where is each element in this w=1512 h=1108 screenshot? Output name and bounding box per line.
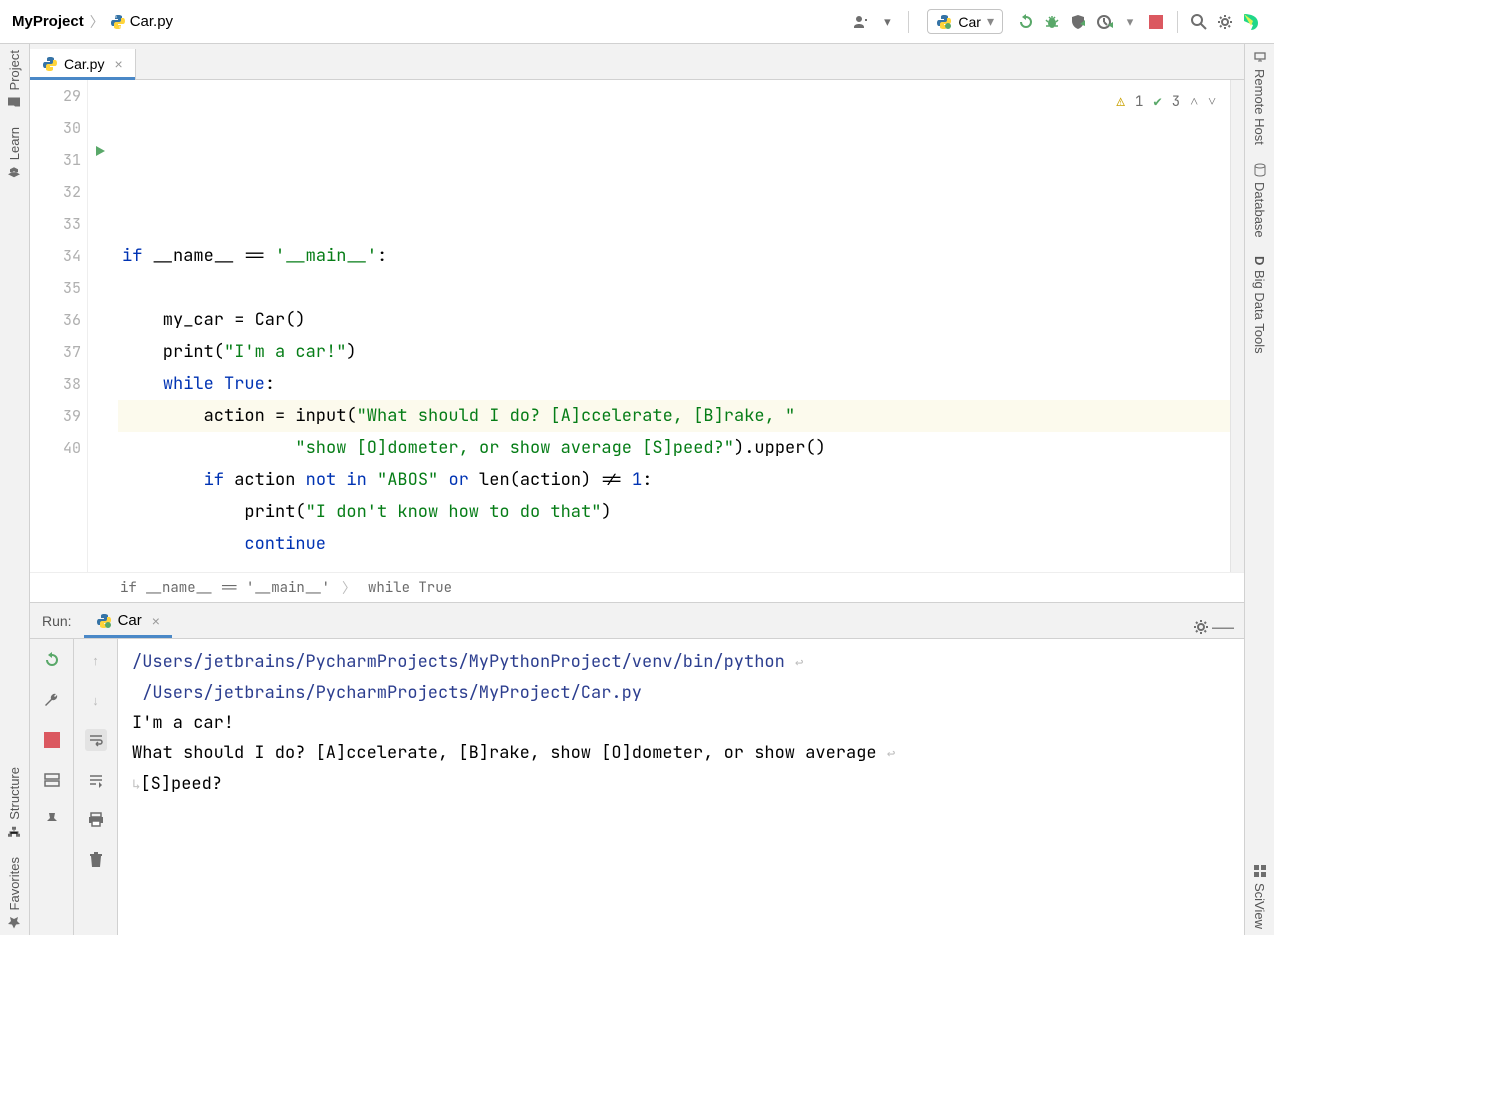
breadcrumb: MyProject 〉 Car.py (12, 12, 173, 32)
crumb-while[interactable]: while True (368, 579, 452, 597)
code-line[interactable] (118, 208, 1230, 240)
code-line[interactable]: if action not in "ABOS" or len(action) !… (118, 464, 1230, 496)
code-area[interactable]: ⚠ 1 ✔ 3 ˄ ˅ if __name__ == '__main__': m… (118, 80, 1230, 572)
run-config-label: Car (958, 14, 981, 30)
right-tool-strip: Remote Host Database D Big Data Tools Sc… (1244, 44, 1274, 935)
run-left-toolbar-2: ↑ ↓ (74, 639, 118, 935)
tool-database[interactable]: Database (1252, 163, 1267, 238)
gear-icon[interactable] (1190, 616, 1212, 638)
up-arrow-icon[interactable]: ↑ (85, 649, 107, 671)
editor-pane: Car.py × 293031323334353637383940 ⚠ 1 ✔ (30, 44, 1244, 603)
run-tool-window: Run: Car × — ↑ (30, 603, 1244, 935)
prev-highlight-icon[interactable]: ˄ (1190, 86, 1198, 118)
tool-big-data[interactable]: D Big Data Tools (1252, 256, 1267, 354)
hide-icon[interactable]: — (1212, 616, 1234, 638)
stop-icon[interactable] (41, 729, 63, 751)
wrench-icon[interactable] (41, 689, 63, 711)
breadcrumb-file-label: Car.py (130, 13, 173, 30)
console-python-path: /Users/jetbrains/PycharmProjects/MyPytho… (132, 651, 785, 673)
close-icon[interactable]: × (152, 613, 160, 629)
debug-icon[interactable] (1041, 11, 1063, 33)
editor-scrollbar[interactable] (1230, 80, 1244, 572)
navigation-bar: MyProject 〉 Car.py ▾ Car ▾ ▾ (0, 0, 1274, 44)
gutter-icons (88, 80, 118, 572)
rerun-icon[interactable] (41, 649, 63, 671)
layout-icon[interactable] (41, 769, 63, 791)
tool-remote-host[interactable]: Remote Host (1252, 50, 1267, 145)
add-user-icon[interactable] (850, 11, 872, 33)
python-file-icon (110, 14, 126, 30)
code-line[interactable] (118, 176, 1230, 208)
code-line[interactable]: while True: (118, 368, 1230, 400)
code-line[interactable]: if __name__ == '__main__': (118, 240, 1230, 272)
run-tab-car[interactable]: Car × (84, 606, 172, 638)
warning-icon: ⚠ (1117, 86, 1125, 118)
checkmark-icon: ✔ (1153, 86, 1161, 118)
code-line[interactable]: print("I'm a car!") (118, 336, 1230, 368)
soft-wrap-icon[interactable] (85, 729, 107, 751)
code-line[interactable]: "show [O]dometer, or show average [S]pee… (118, 432, 1230, 464)
chevron-right-icon: 〉 (90, 12, 104, 32)
left-tool-strip: Project Learn Structure Favorites (0, 44, 30, 935)
tool-sciview[interactable]: SciView (1252, 864, 1267, 929)
tool-favorites[interactable]: Favorites (7, 857, 22, 929)
search-icon[interactable] (1188, 11, 1210, 33)
soft-wrap-glyph: ↩ (887, 745, 895, 763)
chevron-down-icon: ▾ (987, 13, 994, 30)
editor-tab-label: Car.py (64, 56, 104, 72)
editor-tab-car[interactable]: Car.py × (30, 49, 136, 79)
trash-icon[interactable] (85, 849, 107, 871)
jetbrains-icon[interactable] (1240, 11, 1262, 33)
run-tab-label: Car (118, 612, 142, 629)
editor-tabs: Car.py × (30, 44, 1244, 80)
scroll-to-end-icon[interactable] (85, 769, 107, 791)
code-line[interactable]: continue (118, 528, 1230, 560)
code-line[interactable]: action = input("What should I do? [A]cce… (118, 400, 1230, 432)
chevron-right-icon: 〉 (342, 578, 356, 598)
crumb-if-main[interactable]: if __name__ == '__main__' (120, 579, 330, 597)
breadcrumb-file[interactable]: Car.py (110, 13, 173, 30)
next-highlight-icon[interactable]: ˅ (1208, 86, 1216, 118)
rerun-icon[interactable] (1015, 11, 1037, 33)
console-output-line: [S]peed? (140, 773, 222, 795)
console-output-line: What should I do? [A]ccelerate, [B]rake,… (132, 742, 877, 764)
run-configuration-selector[interactable]: Car ▾ (927, 9, 1003, 34)
run-left-toolbar (30, 639, 74, 935)
close-icon[interactable]: × (114, 56, 122, 72)
pin-icon[interactable] (41, 809, 63, 831)
gear-icon[interactable] (1214, 11, 1236, 33)
console-output-line: I'm a car! (132, 708, 1230, 738)
run-label: Run: (42, 613, 72, 629)
code-line[interactable] (118, 272, 1230, 304)
dropdown-chevron-icon[interactable]: ▾ (1119, 11, 1141, 33)
run-coverage-icon[interactable] (1067, 11, 1089, 33)
run-console[interactable]: /Users/jetbrains/PycharmProjects/MyPytho… (118, 639, 1244, 935)
run-line-icon[interactable] (93, 144, 107, 158)
tool-project[interactable]: Project (7, 50, 22, 109)
editor-body[interactable]: 293031323334353637383940 ⚠ 1 ✔ 3 ˄ ˅ (30, 80, 1244, 572)
inspection-widget[interactable]: ⚠ 1 ✔ 3 ˄ ˅ (1117, 86, 1216, 118)
warning-count: 1 (1135, 86, 1143, 118)
stop-icon[interactable] (1145, 11, 1167, 33)
run-header: Run: Car × — (30, 603, 1244, 639)
down-arrow-icon[interactable]: ↓ (85, 689, 107, 711)
console-script-path: /Users/jetbrains/PycharmProjects/MyProje… (142, 682, 642, 704)
soft-wrap-glyph: ↩ (795, 654, 803, 672)
breadcrumb-project[interactable]: MyProject (12, 13, 84, 30)
ok-count: 3 (1172, 86, 1180, 118)
code-line[interactable]: my_car = Car() (118, 304, 1230, 336)
code-line[interactable]: print("I don't know how to do that") (118, 496, 1230, 528)
tool-learn[interactable]: Learn (7, 127, 22, 179)
tool-structure[interactable]: Structure (7, 767, 22, 839)
profile-icon[interactable] (1093, 11, 1115, 33)
print-icon[interactable] (85, 809, 107, 831)
line-number-gutter: 293031323334353637383940 (30, 80, 88, 572)
breadcrumb-bar: if __name__ == '__main__' 〉 while True (30, 572, 1244, 602)
dropdown-chevron-icon[interactable]: ▾ (876, 11, 898, 33)
